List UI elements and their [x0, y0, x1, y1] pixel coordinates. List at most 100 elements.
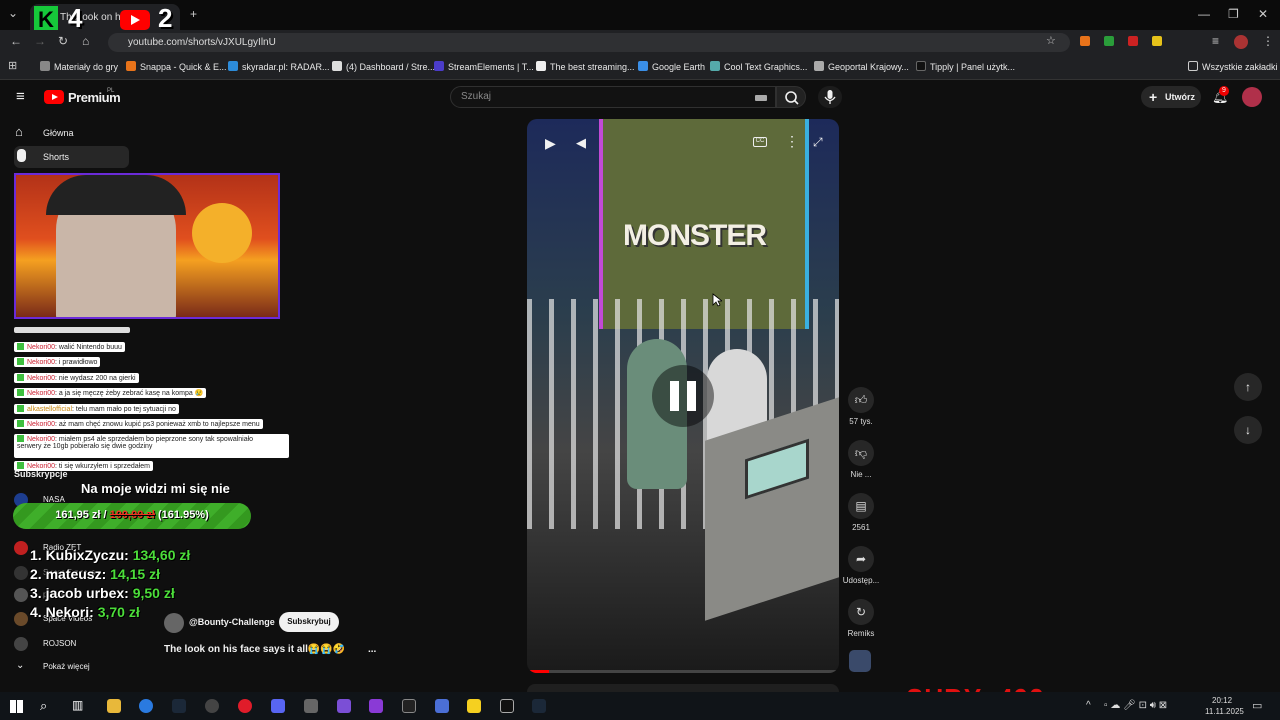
captions-icon[interactable]: CC — [753, 137, 767, 147]
next-short-button[interactable]: ↓ — [1234, 416, 1262, 444]
bookmark-item[interactable]: Snappa - Quick & E... — [126, 61, 227, 72]
bookmark-item[interactable]: The best streaming... — [536, 61, 635, 72]
keyboard-icon[interactable] — [755, 95, 767, 101]
search-icon[interactable]: ⌕ — [40, 698, 47, 714]
bookmark-item[interactable]: Geoportal Krajowy... — [814, 61, 909, 72]
restore-icon[interactable]: ❐ — [1228, 7, 1239, 21]
steam-icon[interactable] — [532, 699, 546, 713]
channel-avatar — [14, 588, 28, 602]
comments-button[interactable]: ▤ 2561 — [842, 493, 880, 532]
voice-search-button[interactable] — [818, 86, 842, 108]
goal-title: Na moje widzi mi się nie — [81, 481, 230, 496]
profile-avatar[interactable] — [1234, 35, 1248, 49]
sub-channel[interactable]: ROJSON — [43, 639, 76, 648]
play-icon[interactable]: ▶ — [545, 135, 556, 152]
volume-icon[interactable]: ◀︎ — [576, 135, 586, 151]
tray-chevron-icon[interactable]: ^ — [1086, 700, 1091, 711]
new-tab-icon[interactable]: + — [190, 7, 197, 21]
extension-icon[interactable] — [1152, 36, 1162, 46]
notification-center-icon[interactable]: ▭ — [1252, 699, 1262, 712]
subscriptions-heading[interactable]: Subskrypcje — [14, 469, 68, 479]
clock-time[interactable]: 20:12 — [1212, 696, 1232, 705]
bookmark-item[interactable]: Tipply | Panel użytk... — [916, 61, 1015, 72]
fullscreen-icon[interactable]: ⤢ — [813, 135, 823, 150]
task-view-icon[interactable]: ▥ — [72, 698, 83, 712]
channel-avatar[interactable] — [164, 613, 184, 633]
bookmark-item[interactable]: Cool Text Graphics... — [710, 61, 807, 72]
shorts-icon — [17, 149, 26, 162]
chat-message: Nekori00: miałem ps4 ale sprzedałem bo p… — [14, 434, 289, 458]
nav-shorts[interactable]: Shorts — [14, 146, 129, 168]
app-icon[interactable] — [435, 699, 449, 713]
bookmark-item[interactable]: skyradar.pl: RADAR... — [228, 61, 330, 72]
bookmark-item[interactable]: Google Earth — [638, 61, 705, 72]
menu-icon[interactable]: ≡ — [1212, 34, 1219, 48]
nav-home[interactable]: ⌂ Główna — [14, 122, 129, 144]
extension-icon[interactable] — [1104, 36, 1114, 46]
donation-goal-bar: 161,95 zł / 100,00 zł (161.95%) — [13, 503, 251, 529]
search-icon — [785, 91, 799, 105]
app-icon[interactable] — [304, 699, 318, 713]
youtube-premium-logo[interactable] — [44, 90, 64, 104]
extension-icon[interactable] — [1128, 36, 1138, 46]
url-field[interactable]: youtube.com/shorts/vJXULgyIlnU — [108, 33, 1070, 52]
comment-count: 2561 — [852, 523, 870, 532]
extension-icon[interactable] — [1080, 36, 1090, 46]
channel-handle[interactable]: @Bounty-Challenge — [189, 617, 275, 627]
channel-avatar — [14, 541, 28, 555]
remix-button[interactable]: ↻ Remiks — [842, 599, 880, 638]
progress-track[interactable] — [527, 670, 839, 673]
app-icon[interactable] — [500, 699, 514, 713]
apps-icon[interactable]: ⊞ — [8, 59, 17, 72]
close-icon[interactable]: ✕ — [1258, 7, 1268, 21]
sound-thumbnail[interactable] — [849, 650, 871, 672]
sticky-notes-icon[interactable] — [467, 699, 481, 713]
reload-icon[interactable]: ↻ — [58, 34, 68, 48]
shorts-video-player[interactable]: MONSTER ▶ ◀︎ CC ⋮ ⤢ — [527, 119, 839, 673]
account-avatar[interactable] — [1242, 87, 1262, 107]
home-icon[interactable]: ⌂ — [82, 34, 89, 48]
obs-icon[interactable] — [205, 699, 219, 713]
remix-icon: ↻ — [848, 599, 874, 625]
dislike-button[interactable]: 👎︎ Nie ... — [842, 440, 880, 479]
tray-icons[interactable]: ▫ ☁ 🎤︎ ⊡ 🔊︎ ⊠ — [1104, 700, 1167, 711]
share-label: Udostęp... — [842, 576, 880, 585]
title-more-link[interactable]: ... — [368, 644, 376, 655]
create-button[interactable]: + Utwórz — [1141, 86, 1201, 108]
discord-icon[interactable] — [271, 699, 285, 713]
epic-games-icon[interactable] — [402, 699, 416, 713]
all-bookmarks[interactable]: Wszystkie zakładki — [1188, 61, 1278, 72]
goal-percent: (161.95%) — [158, 509, 209, 521]
show-more-link[interactable]: Pokaż więcej — [43, 662, 90, 671]
bookmark-item[interactable]: StreamElements | T... — [434, 61, 534, 72]
chrome-icon[interactable] — [139, 699, 153, 713]
search-input[interactable]: Szukaj — [450, 86, 776, 108]
dislike-label: Nie ... — [850, 470, 872, 479]
steam-icon[interactable] — [172, 699, 186, 713]
start-icon[interactable] — [10, 700, 23, 713]
like-button[interactable]: 👍︎ 57 tys. — [842, 387, 880, 426]
subscribe-button[interactable]: Subskrybuj — [279, 612, 339, 632]
opera-icon[interactable] — [238, 699, 252, 713]
back-icon[interactable]: ← — [10, 34, 22, 48]
bookmark-star-icon[interactable]: ☆ — [1046, 34, 1056, 47]
bookmark-item[interactable]: Materiały do gry — [40, 61, 118, 72]
guide-menu-icon[interactable]: ≡ — [16, 88, 25, 105]
more-options-icon[interactable]: ⋮ — [785, 133, 799, 150]
share-button[interactable]: ➦ Udostęp... — [842, 546, 880, 585]
remix-label: Remiks — [847, 629, 875, 638]
clock-date[interactable]: 11.11.2025 — [1205, 707, 1244, 716]
app-icon[interactable] — [369, 699, 383, 713]
bookmark-item[interactable]: (4) Dashboard / Stre... — [332, 61, 435, 72]
pause-button[interactable] — [652, 365, 714, 427]
more-icon[interactable]: ⋮ — [1262, 34, 1274, 48]
forward-icon[interactable]: → — [34, 34, 46, 48]
file-explorer-icon[interactable] — [107, 699, 121, 713]
visual-studio-icon[interactable] — [337, 699, 351, 713]
search-button[interactable] — [776, 86, 806, 108]
tab-search-icon[interactable]: ⌄ — [8, 6, 18, 20]
video-title[interactable]: The look on his face says it all😭😭🤣 — [164, 644, 345, 655]
leaderboard-entry: 4. Nekori: 3,70 zł — [30, 604, 140, 620]
previous-short-button[interactable]: ↑ — [1234, 373, 1262, 401]
minimize-icon[interactable]: — — [1198, 7, 1210, 21]
